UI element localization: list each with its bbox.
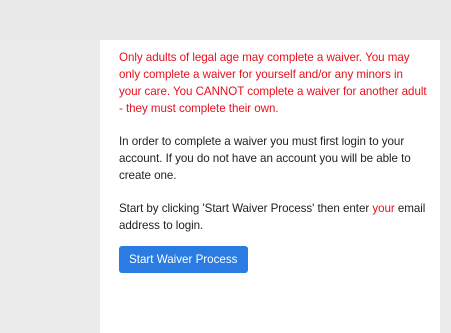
- start-instructions: Start by clicking 'Start Waiver Process'…: [119, 200, 428, 234]
- start-instructions-text-1: Start by clicking 'Start Waiver Process'…: [119, 202, 373, 215]
- start-instructions-accent: your: [372, 202, 395, 215]
- page-backdrop: [0, 0, 451, 40]
- legal-age-warning: Only adults of legal age may complete a …: [119, 51, 427, 115]
- waiver-info-card: Only adults of legal age may complete a …: [100, 40, 440, 333]
- start-waiver-process-button[interactable]: Start Waiver Process: [119, 246, 249, 273]
- login-instructions: In order to complete a waiver you must f…: [119, 135, 411, 182]
